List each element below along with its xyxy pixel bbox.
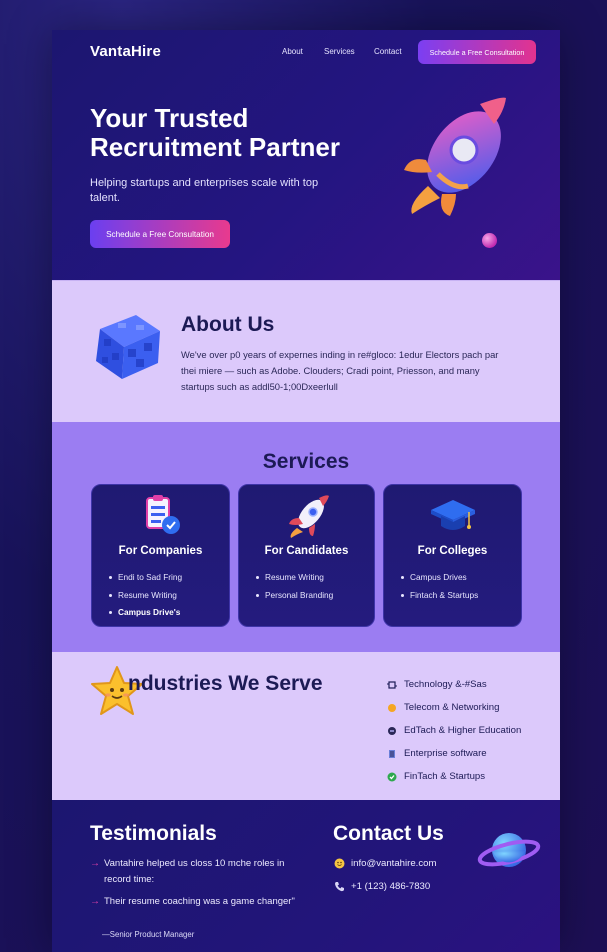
rocket-icon (288, 495, 329, 538)
hero-section: VantaHire About Services Contact Schedul… (52, 30, 560, 280)
chip-icon (386, 679, 398, 691)
contact-phone-text[interactable]: +1 (123) 486-7830 (351, 881, 430, 892)
services-section: Services For Companies Endi to Sad Fring… (52, 422, 560, 652)
contact-email[interactable]: info@vantahire.com (333, 857, 436, 869)
schedule-consultation-hero-button[interactable]: Schedule a Free Consultation (90, 220, 230, 248)
card-title: For Companies (118, 545, 203, 557)
industry-label: Telecom & Networking (404, 702, 500, 713)
list-item: Resume Writing (109, 587, 182, 605)
check-icon (386, 771, 398, 783)
nav-contact-link[interactable]: Contact (374, 47, 402, 56)
nav-services-link[interactable]: Services (324, 47, 355, 56)
schedule-consultation-nav-button[interactable]: Schedule a Free Consultation (418, 40, 536, 64)
rocket-icon (404, 97, 506, 216)
industry-label: EdTach & Higher Education (404, 725, 522, 736)
graduation-icon (386, 725, 398, 737)
list-item: Personal Branding (256, 587, 333, 605)
contact-title: Contact Us (333, 822, 444, 845)
service-card-companies[interactable]: For Companies Endi to Sad Fring Resume W… (91, 484, 230, 627)
testimonials-title: Testimonials (90, 822, 217, 845)
testimonial-quote: → Vantahire helped us closs 10 mche role… (90, 856, 300, 888)
list-item: EdTach & Higher Education (386, 719, 521, 742)
list-item: Fintach & Startups (401, 587, 478, 605)
clipboard-icon (145, 495, 180, 534)
testimonial-author: —Senior Product Manager (102, 930, 195, 939)
industry-label: FinTach & Startups (404, 771, 486, 782)
signal-icon (386, 702, 398, 714)
building-icon (386, 748, 398, 760)
phone-icon (333, 880, 345, 892)
list-item: Telecom & Networking (386, 696, 521, 719)
list-item: Resume Writing (256, 569, 333, 587)
testimonial-quote: → Their resume coaching was a game chang… (90, 894, 300, 910)
logo[interactable]: VantaHire (90, 43, 161, 60)
card-title: For Candidates (264, 545, 349, 557)
card-list: Resume Writing Personal Branding (256, 569, 333, 604)
about-section: About Us We've over p0 years of expernes… (52, 280, 560, 422)
service-card-candidates[interactable]: For Candidates Resume Writing Personal B… (238, 484, 375, 627)
industry-label: Technology &-#Sas (404, 679, 487, 690)
graduation-cap-icon (430, 500, 475, 530)
arrow-right-icon: → (90, 858, 100, 869)
industries-section: ndustries We Serve Technology &-#Sas Tel… (52, 652, 560, 800)
industries-list: Technology &-#Sas Telecom & Networking E… (386, 673, 521, 788)
arrow-right-icon: → (90, 896, 100, 907)
quote-text: Their resume coaching was a game changer… (104, 896, 295, 907)
testimonials-contact-section: Testimonials → Vantahire helped us closs… (52, 800, 560, 952)
service-card-colleges[interactable]: For Colleges Campus Drives Fintach & Sta… (383, 484, 522, 627)
card-list: Campus Drives Fintach & Startups (401, 569, 478, 604)
card-list: Endi to Sad Fring Resume Writing Campus … (109, 569, 182, 622)
industries-title: ndustries We Serve (128, 672, 323, 695)
card-title: For Colleges (417, 545, 488, 557)
contact-phone[interactable]: +1 (123) 486-7830 (333, 880, 430, 892)
nav-about-link[interactable]: About (282, 47, 303, 56)
hero-subtitle: Helping startups and enterprises scale w… (90, 177, 319, 204)
contact-email-text[interactable]: info@vantahire.com (351, 858, 436, 869)
list-item: FinTach & Startups (386, 765, 521, 788)
list-item: Technology &-#Sas (386, 673, 521, 696)
quote-text: Vantahire helped us closs 10 mche roles … (104, 858, 285, 885)
list-item: Campus Drive's (109, 604, 182, 622)
list-item: Enterprise software (386, 742, 521, 765)
industry-label: Enterprise software (404, 748, 487, 759)
landing-page: VantaHire About Services Contact Schedul… (52, 30, 560, 952)
hero-title: Your Trusted Recruitment Partner (90, 103, 340, 162)
about-title: About Us (181, 313, 275, 336)
decorative-ball-icon (482, 233, 497, 248)
services-title: Services (262, 450, 350, 473)
cube-icon (96, 315, 160, 379)
about-text: We've over p0 years of expernes inding i… (181, 349, 499, 392)
list-item: Campus Drives (401, 569, 478, 587)
planet-icon (477, 833, 541, 867)
smiley-icon (333, 857, 345, 869)
list-item: Endi to Sad Fring (109, 569, 182, 587)
